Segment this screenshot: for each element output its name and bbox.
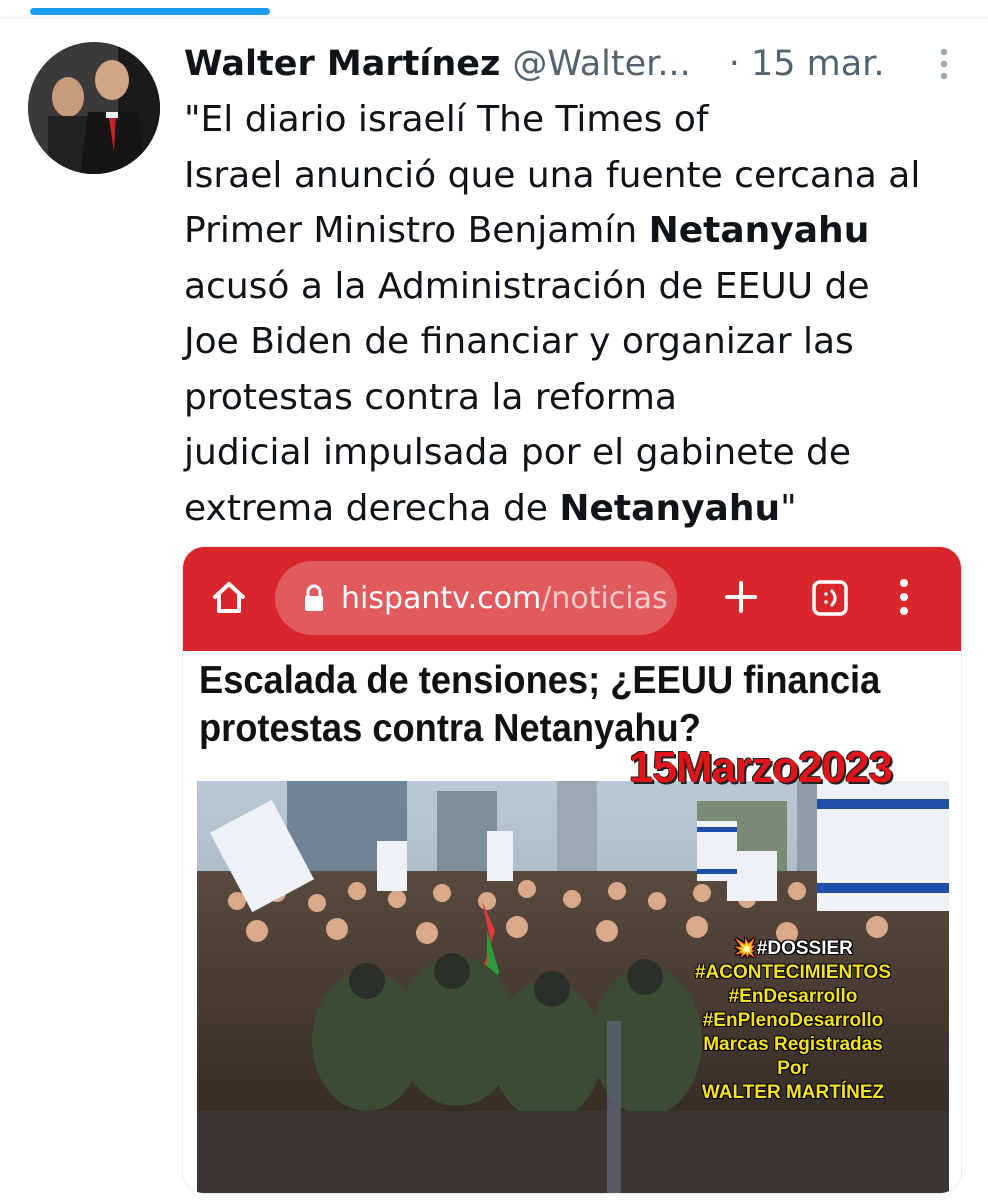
tweet-date[interactable]: · 15 mar.	[729, 44, 885, 84]
tweet-text-line: judicial impulsada por el gabinete de	[184, 425, 974, 481]
browser-menu-icon[interactable]	[897, 575, 911, 619]
overlay-line: #EnDesarrollo	[728, 986, 858, 1007]
headline-line: Escalada de tensiones; ¿EEUU financia	[199, 659, 881, 702]
text-segment: "El diario israelí The Times of	[184, 99, 709, 140]
overlay-line: WALTER MARTÍNEZ	[701, 1082, 885, 1103]
home-icon[interactable]	[209, 577, 249, 617]
tweet-text-line: protestas contra la reforma	[184, 370, 974, 426]
author-name[interactable]: Walter Martínez	[184, 44, 500, 84]
tweet-text-line: Primer Ministro Benjamín Netanyahu	[184, 203, 974, 259]
tabs-icon[interactable]	[811, 579, 849, 617]
url-text: hispantv.com/noticias	[341, 580, 668, 616]
tweet-text-line: Israel anunció que una fuente cercana al	[184, 148, 974, 204]
lock-icon	[305, 584, 323, 611]
text-segment: "	[780, 487, 797, 529]
author-handle[interactable]: @Walter...	[512, 44, 690, 84]
more-options-icon[interactable]	[932, 44, 956, 84]
watermark-overlay: 💥#DOSSIER #ACONTECIMIENTOS #EnDesarrollo #E…	[643, 937, 943, 1105]
overlay-line: #ACONTECIMIENTOS	[694, 962, 891, 983]
tweet-text-line: extrema derecha de Netanyahu"	[184, 481, 974, 537]
tweet-text-line: acusó a la Administración de EEUU de	[184, 259, 974, 315]
avatar-image	[28, 42, 160, 174]
overlay-line: #EnPlenoDesarrollo	[702, 1010, 884, 1031]
avatar[interactable]	[28, 42, 160, 174]
text-segment: Israel anunció que una fuente cercana al	[184, 154, 921, 196]
tab-indicator	[30, 8, 270, 15]
tweet-text-line: "El diario israelí The Times of	[184, 92, 974, 148]
overlay-line: 💥#DOSSIER	[733, 938, 853, 959]
url-bar[interactable]: hispantv.com/noticias	[275, 561, 677, 635]
text-segment: acusó a la Administración de EEUU de	[184, 265, 870, 307]
mention-bold: Netanyahu	[559, 487, 781, 529]
text-segment: Joe Biden de financiar y organizar las	[184, 321, 854, 362]
text-segment: judicial impulsada por el gabinete de	[184, 432, 852, 473]
tweet-media[interactable]: hispantv.com/noticias Escalada de tensio…	[182, 546, 962, 1194]
browser-toolbar: hispantv.com/noticias	[183, 547, 961, 651]
tweet-text-line: Joe Biden de financiar y organizar las	[184, 314, 974, 370]
new-tab-icon[interactable]	[721, 577, 761, 617]
article-headline: Escalada de tensiones; ¿EEUU financia pr…	[199, 657, 897, 753]
overlay-line: Marcas Registradas	[703, 1034, 883, 1055]
tweet-text: "El diario israelí The Times of Israel an…	[184, 92, 974, 536]
text-segment: extrema derecha de	[184, 487, 560, 529]
divider	[0, 17, 988, 18]
text-segment: protestas contra la reforma	[184, 376, 677, 418]
tweet-header: Walter Martínez @Walter... · 15 mar.	[184, 38, 964, 90]
text-segment: Primer Ministro Benjamín	[184, 210, 649, 251]
date-stamp: 15Marzo2023	[629, 743, 893, 792]
mention-bold: Netanyahu	[648, 210, 870, 251]
overlay-line: Por	[777, 1058, 809, 1079]
